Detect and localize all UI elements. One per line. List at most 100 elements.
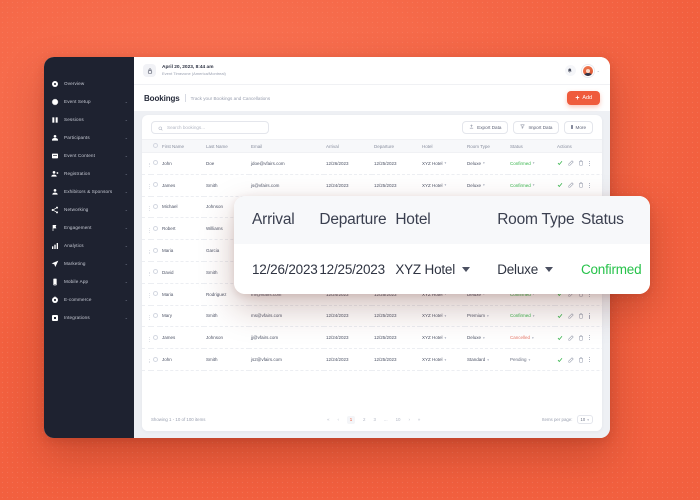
table-header-departure[interactable]: Departure [372,140,420,153]
table-header-hotel[interactable]: Hotel [420,140,465,153]
items-per-page[interactable]: Items per page: 10 ▾ [542,415,593,424]
table-row[interactable]: JohnDoejdoe@vfairs.com12/26/202312/25/20… [142,153,602,175]
bell-icon[interactable] [565,65,576,76]
approve-check-icon[interactable] [557,160,563,166]
cell-room-type[interactable]: Deluxe▾ [465,174,508,196]
search-box[interactable] [151,121,269,134]
delete-trash-icon[interactable] [578,182,584,188]
select-all-checkbox-cell[interactable] [151,140,160,153]
drag-handle-icon[interactable] [149,359,151,364]
row-checkbox-cell[interactable] [151,283,160,305]
cell-hotel[interactable]: XYZ Hotel▾ [420,174,465,196]
row-drag-cell[interactable] [142,174,151,196]
export-data-button[interactable]: Export Data [462,121,508,134]
edit-pencil-icon[interactable] [568,160,574,166]
cell-room-type[interactable]: Deluxe▾ [465,327,508,349]
cell-status[interactable]: Confirmed▾ [508,305,555,327]
row-checkbox-cell[interactable] [151,196,160,218]
pagination-page-[interactable]: « [327,417,329,422]
drag-handle-icon[interactable] [149,250,151,255]
cell-hotel[interactable]: XYZ Hotel▾ [420,349,465,371]
sidebar-item-sessions[interactable]: Sessions⌄ [44,111,134,129]
row-checkbox-cell[interactable] [151,261,160,283]
approve-check-icon[interactable] [557,182,563,188]
row-checkbox[interactable] [153,182,158,187]
row-more-icon[interactable] [589,161,590,166]
sidebar-item-mobile-app[interactable]: Mobile App⌄ [44,273,134,291]
row-drag-cell[interactable] [142,261,151,283]
table-header-arrival[interactable]: Arrival [324,140,372,153]
table-row[interactable]: MarySmithms@vfairs.com12/24/202312/25/20… [142,305,602,327]
pagination-page-[interactable]: ‹ [338,417,339,422]
drag-handle-icon[interactable] [149,293,151,298]
pagination-page-[interactable]: › [408,417,409,422]
more-button[interactable]: More [564,121,593,134]
row-more-icon[interactable] [589,183,590,188]
row-checkbox[interactable] [153,357,158,362]
row-checkbox[interactable] [153,313,158,318]
row-drag-cell[interactable] [142,283,151,305]
row-drag-cell[interactable] [142,240,151,262]
row-more-icon[interactable] [589,313,590,318]
drag-handle-icon[interactable] [149,315,151,320]
cell-hotel[interactable]: XYZ Hotel▾ [420,305,465,327]
cell-status[interactable]: Cancelled▾ [508,327,555,349]
pagination-page-10[interactable]: 10 [396,417,401,422]
cell-status[interactable]: Confirmed▾ [508,174,555,196]
sidebar-item-event-setup[interactable]: Event Setup⌄ [44,93,134,111]
pagination-page-2[interactable]: 2 [363,417,365,422]
delete-trash-icon[interactable] [578,160,584,166]
delete-trash-icon[interactable] [578,335,584,341]
magnifier-room-select[interactable]: Deluxe [497,262,581,277]
add-button[interactable]: + Add [567,91,600,105]
sidebar-item-analytics[interactable]: Analytics⌄ [44,237,134,255]
row-checkbox-cell[interactable] [151,305,160,327]
row-checkbox[interactable] [153,204,158,209]
row-checkbox[interactable] [153,226,158,231]
row-drag-cell[interactable] [142,196,151,218]
search-input[interactable] [167,125,262,130]
row-checkbox[interactable] [153,160,158,165]
magnifier-hotel-select[interactable]: XYZ Hotel [395,262,497,277]
cell-hotel[interactable]: XYZ Hotel▾ [420,153,465,175]
cell-actions[interactable] [555,153,602,175]
drag-handle-icon[interactable] [149,206,151,211]
row-checkbox-cell[interactable] [151,153,160,175]
row-drag-cell[interactable] [142,327,151,349]
sidebar-item-networking[interactable]: Networking⌄ [44,201,134,219]
cell-actions[interactable] [555,174,602,196]
pagination-page-[interactable]: » [418,417,420,422]
table-row[interactable]: JamesSmithjs@vfairs.com12/24/202312/25/2… [142,174,602,196]
row-more-icon[interactable] [589,335,590,340]
sidebar-item-event-content[interactable]: Event Content⌄ [44,147,134,165]
table-header-status[interactable]: Status [508,140,555,153]
cell-actions[interactable] [555,349,602,371]
avatar[interactable] [582,65,594,77]
row-checkbox[interactable] [153,248,158,253]
row-checkbox[interactable] [153,291,158,296]
table-row[interactable]: JohnSmithjs2@vfairs.com12/24/202312/25/2… [142,349,602,371]
pagination-page-1[interactable]: 1 [347,416,355,424]
row-checkbox-cell[interactable] [151,349,160,371]
cell-actions[interactable] [555,327,602,349]
edit-pencil-icon[interactable] [568,182,574,188]
drag-handle-icon[interactable] [149,184,151,189]
user-menu[interactable]: ⌄ [582,65,600,77]
table-row[interactable]: JamesJohnsonjj@vfairs.com12/24/202312/25… [142,327,602,349]
row-checkbox[interactable] [153,269,158,274]
approve-check-icon[interactable] [557,313,563,319]
import-data-button[interactable]: Import Data [513,121,559,134]
delete-trash-icon[interactable] [578,313,584,319]
edit-pencil-icon[interactable] [568,313,574,319]
pagination-page-[interactable]: ... [384,417,388,422]
sidebar-item-overview[interactable]: Overview [44,75,134,93]
sidebar-item-e-commerce[interactable]: E-commerce⌄ [44,291,134,309]
drag-handle-icon[interactable] [149,163,151,168]
drag-handle-icon[interactable] [149,337,151,342]
row-drag-cell[interactable] [142,349,151,371]
cell-room-type[interactable]: Deluxe▾ [465,153,508,175]
chevron-down-icon[interactable]: ⌄ [597,68,600,73]
cell-room-type[interactable]: Premium▾ [465,305,508,327]
row-more-icon[interactable] [589,357,590,362]
approve-check-icon[interactable] [557,357,563,363]
